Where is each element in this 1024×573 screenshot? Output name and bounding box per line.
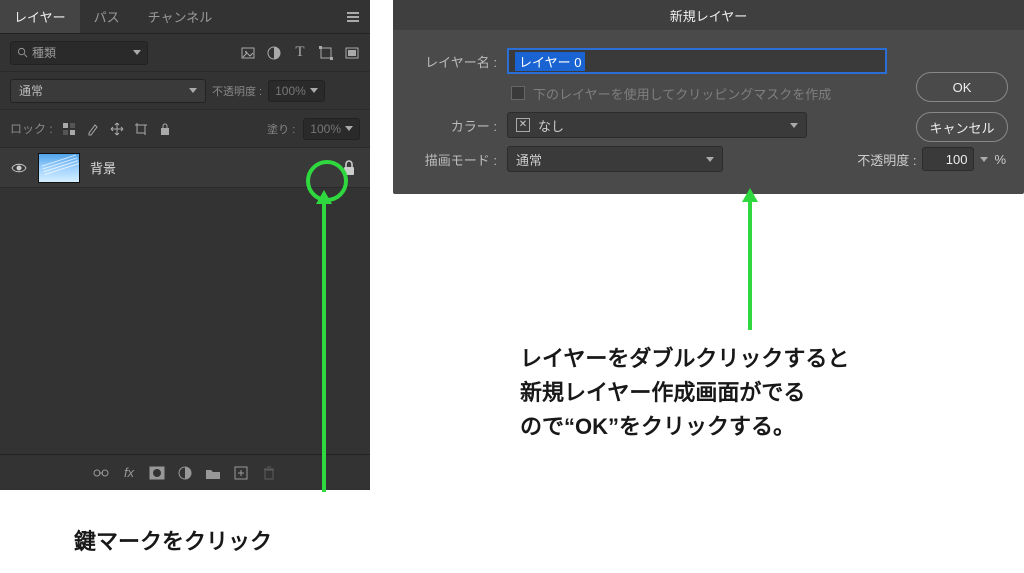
filter-type-icon[interactable]: T: [292, 45, 308, 61]
color-none-icon: ✕: [516, 118, 530, 132]
lock-label: ロック :: [10, 120, 53, 137]
blend-mode-select[interactable]: 通常: [10, 79, 206, 103]
visibility-toggle[interactable]: [10, 162, 28, 174]
chevron-down-icon: [310, 88, 318, 93]
layer-lock-icon[interactable]: [338, 160, 360, 176]
tab-channels[interactable]: チャンネル: [134, 0, 227, 33]
clipping-mask-checkbox: [511, 86, 525, 100]
layers-panel: レイヤー パス チャンネル 種類 T 通常 不透明度 : 100%: [0, 0, 370, 490]
opacity-value: 100%: [275, 84, 306, 98]
layer-name[interactable]: 背景: [90, 158, 338, 177]
chevron-down-icon: [189, 88, 197, 93]
annotation-right-arrow: [748, 200, 752, 330]
lock-row: ロック : 塗り : 100%: [0, 110, 370, 148]
cancel-button[interactable]: キャンセル: [916, 112, 1008, 142]
annotation-right-caption: レイヤーをダブルクリックすると新規レイヤー作成画面がでるので“OK”をクリックす…: [520, 342, 849, 444]
panel-menu-icon[interactable]: [336, 11, 370, 23]
lock-artboard-icon[interactable]: [133, 121, 149, 137]
dialog-body: レイヤー名 : レイヤー 0 下のレイヤーを使用してクリッピングマスクを作成 カ…: [393, 30, 1024, 188]
filter-smart-icon[interactable]: [344, 45, 360, 61]
mode-label: 描画モード :: [411, 150, 497, 169]
chevron-down-icon: [345, 126, 353, 131]
chevron-down-icon[interactable]: [980, 157, 988, 162]
dialog-title: 新規レイヤー: [393, 0, 1024, 30]
layer-list: 背景: [0, 148, 370, 188]
layer-name-label: レイヤー名 :: [411, 52, 497, 71]
opacity-input[interactable]: 100%: [268, 80, 325, 102]
layer-name-value: レイヤー 0: [515, 52, 585, 71]
layer-thumbnail[interactable]: [38, 153, 80, 183]
filter-adjust-icon[interactable]: [266, 45, 282, 61]
filter-shape-icon[interactable]: [318, 45, 334, 61]
clipping-mask-label: 下のレイヤーを使用してクリッピングマスクを作成: [533, 84, 831, 103]
dialog-opacity-label: 不透明度 :: [857, 150, 916, 169]
dialog-opacity-input[interactable]: 100: [922, 147, 974, 171]
opacity-label: 不透明度 :: [212, 83, 262, 99]
panel-tabs: レイヤー パス チャンネル: [0, 0, 370, 34]
fill-label: 塗り :: [267, 121, 295, 137]
dialog-opacity-value: 100: [946, 152, 968, 167]
layer-filter-row: 種類 T: [0, 34, 370, 72]
annotation-left-arrow: [322, 202, 326, 492]
chevron-down-icon: [706, 157, 714, 162]
blend-row: 通常 不透明度 : 100%: [0, 72, 370, 110]
chevron-down-icon: [133, 50, 141, 55]
blend-mode-value: 通常: [19, 82, 43, 99]
delete-layer-icon[interactable]: [261, 465, 277, 481]
color-value: なし: [538, 116, 564, 135]
layer-name-input[interactable]: レイヤー 0: [507, 48, 887, 74]
dialog-opacity-suffix: %: [994, 152, 1006, 167]
mode-select[interactable]: 通常: [507, 146, 723, 172]
layer-kind-filter[interactable]: 種類: [10, 41, 148, 65]
layer-kind-filter-label: 種類: [32, 44, 56, 61]
annotation-left-caption: 鍵マークをクリック: [74, 524, 272, 556]
lock-position-icon[interactable]: [109, 121, 125, 137]
link-layers-icon[interactable]: [93, 465, 109, 481]
new-adjustment-icon[interactable]: [177, 465, 193, 481]
layers-panel-footer: fx: [0, 454, 370, 490]
chevron-down-icon: [790, 123, 798, 128]
filter-pixel-icon[interactable]: [240, 45, 256, 61]
fill-input[interactable]: 100%: [303, 118, 360, 140]
ok-button[interactable]: OK: [916, 72, 1008, 102]
lock-pixels-icon[interactable]: [61, 121, 77, 137]
tab-layers[interactable]: レイヤー: [0, 0, 80, 33]
dialog-buttons: OK キャンセル: [916, 72, 1008, 142]
lock-all-icon[interactable]: [157, 121, 173, 137]
new-group-icon[interactable]: [205, 465, 221, 481]
layer-filter-icons: T: [240, 45, 360, 61]
new-layer-icon[interactable]: [233, 465, 249, 481]
color-label: カラー :: [411, 116, 497, 135]
color-select[interactable]: ✕ なし: [507, 112, 807, 138]
fill-value: 100%: [310, 122, 341, 136]
mode-value: 通常: [516, 150, 542, 169]
new-layer-dialog: 新規レイヤー レイヤー名 : レイヤー 0 下のレイヤーを使用してクリッピングマ…: [393, 0, 1024, 194]
layer-fx-icon[interactable]: fx: [121, 465, 137, 481]
add-mask-icon[interactable]: [149, 465, 165, 481]
lock-paint-icon[interactable]: [85, 121, 101, 137]
layer-item-background[interactable]: 背景: [0, 148, 370, 188]
tab-paths[interactable]: パス: [80, 0, 134, 33]
